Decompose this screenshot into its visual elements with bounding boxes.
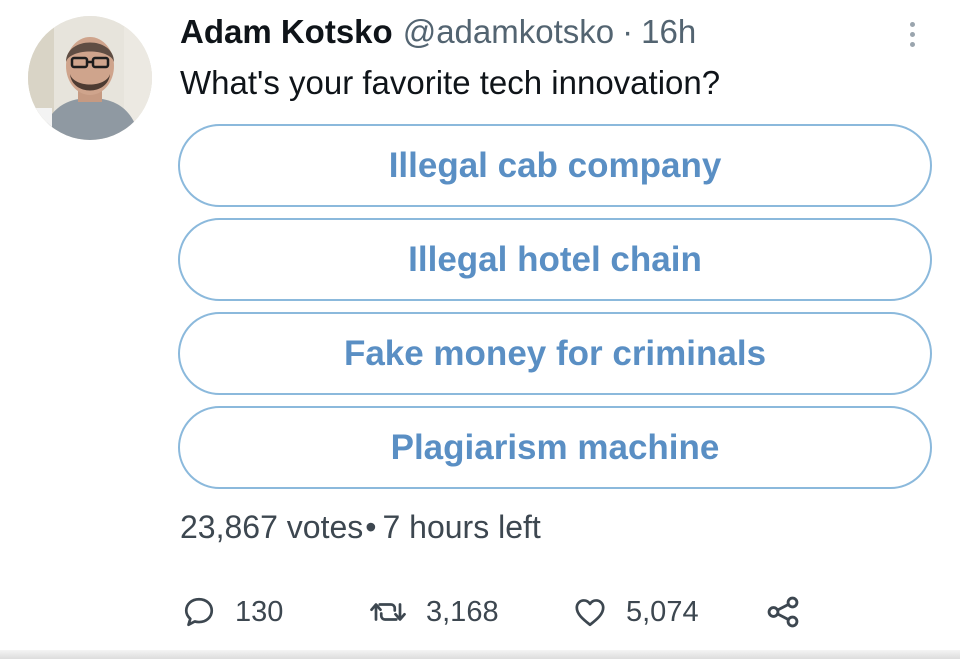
poll-option-3[interactable]: Fake money for criminals (178, 312, 932, 395)
author-name[interactable]: Adam Kotsko (180, 10, 393, 54)
poll-option-1[interactable]: Illegal cab company (178, 124, 932, 207)
author-handle[interactable]: @adamkotsko (403, 10, 614, 54)
poll-time-left: 7 hours left (382, 509, 541, 545)
tweet-text: What's your favorite tech innovation? (180, 64, 721, 101)
poll: Illegal cab company Illegal hotel chain … (178, 124, 932, 500)
poll-option-2[interactable]: Illegal hotel chain (178, 218, 932, 301)
reply-icon (184, 597, 214, 627)
tweet: Adam Kotsko @adamkotsko · 16h What's you… (0, 0, 960, 659)
poll-vote-count: 23,867 votes (180, 509, 364, 545)
more-vertical-icon[interactable] (898, 14, 926, 54)
poll-option-4[interactable]: Plagiarism machine (178, 406, 932, 489)
retweet-count: 3,168 (426, 595, 499, 628)
reply-button[interactable]: 130 (181, 590, 283, 634)
like-button[interactable]: 5,074 (572, 590, 699, 634)
more-dot (909, 41, 915, 47)
reply-count: 130 (235, 595, 284, 628)
avatar[interactable] (28, 16, 152, 140)
retweet-icon (370, 603, 406, 621)
bottom-divider (0, 650, 960, 659)
avatar-photo (28, 16, 152, 140)
share-icon (767, 596, 799, 628)
like-count: 5,074 (626, 595, 699, 628)
timestamp[interactable]: 16h (641, 10, 696, 54)
share-button[interactable] (764, 590, 802, 634)
more-dot (909, 21, 915, 27)
tweet-header: Adam Kotsko @adamkotsko · 16h (180, 10, 696, 54)
header-separator: · (622, 13, 634, 50)
poll-meta: 23,867 votes• 7 hours left (180, 505, 541, 549)
retweet-button[interactable]: 3,168 (368, 590, 499, 634)
poll-meta-separator: • (365, 509, 377, 545)
heart-icon (575, 599, 605, 627)
action-bar: 130 3,168 5,074 (0, 590, 960, 634)
more-dot (909, 31, 915, 37)
